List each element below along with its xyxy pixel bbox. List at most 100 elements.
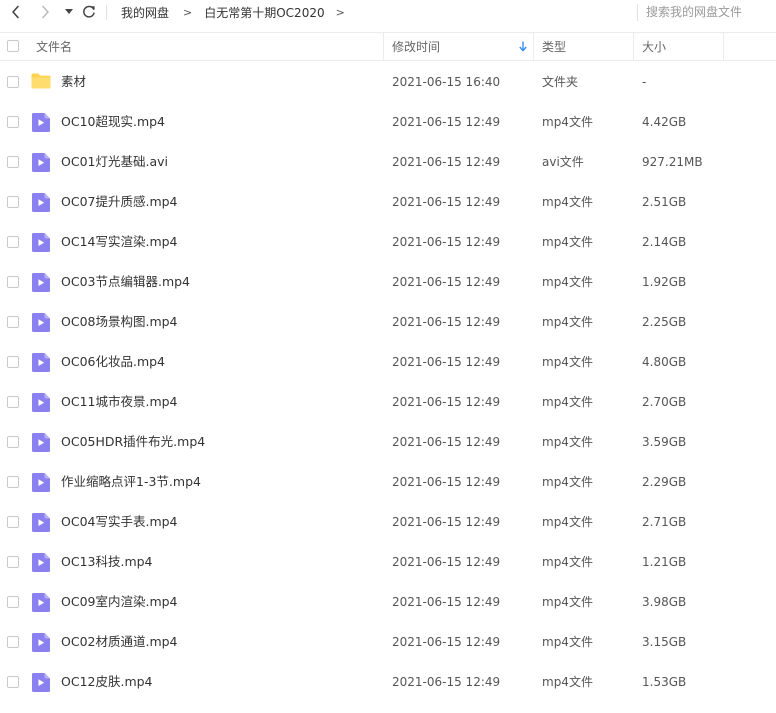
row-checkbox[interactable] — [7, 396, 19, 408]
file-type: mp4文件 — [542, 115, 593, 129]
modified-time: 2021-06-15 12:49 — [392, 435, 501, 449]
file-size: 1.53GB — [642, 675, 687, 689]
row-checkbox[interactable] — [7, 236, 19, 248]
video-file-icon — [32, 633, 50, 652]
video-file-icon — [32, 153, 50, 172]
video-file-icon — [32, 313, 50, 332]
file-name[interactable]: OC05HDR插件布光.mp4 — [61, 422, 205, 462]
row-checkbox[interactable] — [7, 76, 19, 88]
row-checkbox[interactable] — [7, 356, 19, 368]
file-row[interactable]: OC08场景构图.mp4 2021-06-15 12:49 mp4文件 2.25GB — [0, 302, 776, 342]
file-size: 3.15GB — [642, 635, 687, 649]
file-name[interactable]: OC12皮肤.mp4 — [61, 662, 153, 702]
file-row[interactable]: OC05HDR插件布光.mp4 2021-06-15 12:49 mp4文件 3.59… — [0, 422, 776, 462]
file-name[interactable]: OC01灯光基础.avi — [61, 142, 168, 182]
row-checkbox[interactable] — [7, 596, 19, 608]
row-checkbox[interactable] — [7, 116, 19, 128]
row-checkbox[interactable] — [7, 436, 19, 448]
file-name[interactable]: OC08场景构图.mp4 — [61, 302, 178, 342]
modified-time: 2021-06-15 12:49 — [392, 275, 501, 289]
video-file-icon — [32, 513, 50, 532]
back-button[interactable] — [7, 3, 25, 21]
video-file-icon — [32, 673, 50, 692]
toolbar: 我的网盘 > 白无常第十期OC2020 > — [0, 0, 776, 25]
file-type: mp4文件 — [542, 195, 593, 209]
breadcrumb-item-current[interactable]: 白无常第十期OC2020 — [204, 4, 324, 21]
history-dropdown-button[interactable] — [60, 3, 78, 21]
file-type: mp4文件 — [542, 315, 593, 329]
column-header-size[interactable]: 大小 — [642, 33, 666, 60]
modified-time: 2021-06-15 12:49 — [392, 595, 501, 609]
file-name[interactable]: 作业缩略点评1-3节.mp4 — [61, 462, 201, 502]
video-file-icon — [32, 233, 50, 252]
row-checkbox[interactable] — [7, 316, 19, 328]
file-name[interactable]: 素材 — [61, 62, 86, 102]
file-row[interactable]: OC06化妆品.mp4 2021-06-15 12:49 mp4文件 4.80GB — [0, 342, 776, 382]
file-row[interactable]: OC12皮肤.mp4 2021-06-15 12:49 mp4文件 1.53GB — [0, 662, 776, 702]
search-input[interactable] — [646, 3, 772, 21]
breadcrumb-item-root[interactable]: 我的网盘 — [121, 4, 169, 21]
file-name[interactable]: OC07提升质感.mp4 — [61, 182, 178, 222]
row-checkbox[interactable] — [7, 676, 19, 688]
file-name[interactable]: OC09室内渲染.mp4 — [61, 582, 178, 622]
file-name[interactable]: OC13科技.mp4 — [61, 542, 153, 582]
file-size: 4.42GB — [642, 115, 687, 129]
sort-descending-icon[interactable] — [519, 41, 527, 52]
file-size: 2.51GB — [642, 195, 687, 209]
file-name[interactable]: OC03节点编辑器.mp4 — [61, 262, 190, 302]
row-checkbox[interactable] — [7, 196, 19, 208]
file-size: 2.29GB — [642, 475, 687, 489]
modified-time: 2021-06-15 12:49 — [392, 115, 501, 129]
column-divider[interactable] — [383, 33, 384, 60]
file-type: mp4文件 — [542, 675, 593, 689]
file-row[interactable]: OC11城市夜景.mp4 2021-06-15 12:49 mp4文件 2.70GB — [0, 382, 776, 422]
chevron-right-icon — [42, 5, 49, 19]
file-name[interactable]: OC10超现实.mp4 — [61, 102, 165, 142]
column-header-type[interactable]: 类型 — [542, 33, 566, 60]
row-checkbox[interactable] — [7, 556, 19, 568]
column-divider[interactable] — [633, 33, 634, 60]
column-header-name[interactable]: 文件名 — [36, 33, 72, 60]
file-row[interactable]: OC10超现实.mp4 2021-06-15 12:49 mp4文件 4.42GB — [0, 102, 776, 142]
file-name[interactable]: OC14写实渲染.mp4 — [61, 222, 178, 262]
column-divider[interactable] — [533, 33, 534, 60]
file-type: 文件夹 — [542, 75, 579, 89]
file-name[interactable]: OC06化妆品.mp4 — [61, 342, 165, 382]
row-checkbox[interactable] — [7, 156, 19, 168]
toolbar-divider — [106, 5, 107, 20]
file-row[interactable]: OC02材质通道.mp4 2021-06-15 12:49 mp4文件 3.15GB — [0, 622, 776, 662]
file-row[interactable]: OC01灯光基础.avi 2021-06-15 12:49 avi文件 927.21M… — [0, 142, 776, 182]
file-row[interactable]: OC13科技.mp4 2021-06-15 12:49 mp4文件 1.21GB — [0, 542, 776, 582]
file-type: mp4文件 — [542, 635, 593, 649]
column-header-modified[interactable]: 修改时间 — [392, 33, 440, 60]
row-checkbox[interactable] — [7, 516, 19, 528]
file-size: 1.21GB — [642, 555, 687, 569]
chevron-left-icon — [12, 5, 19, 19]
file-name[interactable]: OC11城市夜景.mp4 — [61, 382, 178, 422]
refresh-button[interactable] — [80, 3, 98, 21]
row-checkbox[interactable] — [7, 636, 19, 648]
file-name[interactable]: OC02材质通道.mp4 — [61, 622, 178, 662]
file-row[interactable]: OC14写实渲染.mp4 2021-06-15 12:49 mp4文件 2.14GB — [0, 222, 776, 262]
file-name[interactable]: OC04写实手表.mp4 — [61, 502, 178, 542]
caret-down-icon — [65, 9, 73, 14]
modified-time: 2021-06-15 16:40 — [392, 75, 501, 89]
row-checkbox[interactable] — [7, 476, 19, 488]
file-row[interactable]: OC07提升质感.mp4 2021-06-15 12:49 mp4文件 2.51GB — [0, 182, 776, 222]
file-list: 素材 2021-06-15 16:40 文件夹 - OC10超现实.mp4 2021-06… — [0, 62, 776, 702]
file-type: mp4文件 — [542, 395, 593, 409]
file-row[interactable]: 作业缩略点评1-3节.mp4 2021-06-15 12:49 mp4文件 2.29G… — [0, 462, 776, 502]
breadcrumb: 我的网盘 > 白无常第十期OC2020 > — [121, 5, 345, 20]
file-row[interactable]: OC03节点编辑器.mp4 2021-06-15 12:49 mp4文件 1.92GB — [0, 262, 776, 302]
column-divider[interactable] — [723, 33, 724, 60]
table-header: 文件名 修改时间 类型 大小 — [0, 32, 776, 61]
breadcrumb-separator[interactable]: > — [336, 6, 345, 19]
forward-button[interactable] — [36, 3, 54, 21]
file-type: avi文件 — [542, 155, 584, 169]
row-checkbox[interactable] — [7, 276, 19, 288]
file-row[interactable]: 素材 2021-06-15 16:40 文件夹 - — [0, 62, 776, 102]
video-file-icon — [32, 113, 50, 132]
file-row[interactable]: OC04写实手表.mp4 2021-06-15 12:49 mp4文件 2.71GB — [0, 502, 776, 542]
select-all-checkbox[interactable] — [7, 40, 19, 52]
file-row[interactable]: OC09室内渲染.mp4 2021-06-15 12:49 mp4文件 3.98GB — [0, 582, 776, 622]
